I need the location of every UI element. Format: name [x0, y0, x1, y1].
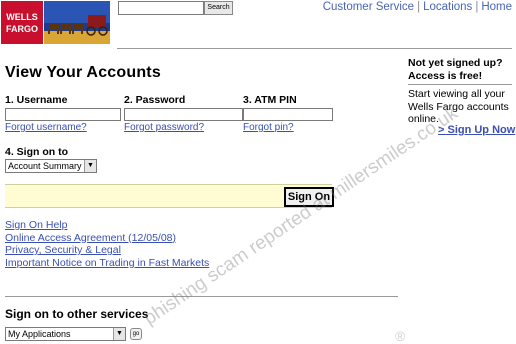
forgot-pin-link[interactable]: Forgot pin?	[243, 122, 294, 133]
top-navigation: Customer Service | Locations | Home	[323, 1, 512, 13]
signup-headline-1: Not yet signed up?	[408, 57, 503, 69]
privacy-security-legal-link[interactable]: Privacy, Security & Legal	[5, 244, 121, 256]
chevron-down-icon: ▼	[113, 328, 125, 340]
nav-customer-service[interactable]: Customer Service	[323, 1, 414, 13]
signup-headline-2: Access is free!	[408, 70, 483, 82]
sign-on-help-link[interactable]: Sign On Help	[5, 219, 67, 231]
forgot-password-link[interactable]: Forgot password?	[124, 122, 204, 133]
atm-pin-label: 3. ATM PIN	[243, 94, 297, 106]
sign-on-to-label: 4. Sign on to	[5, 146, 68, 158]
signup-headline: Not yet signed up? Access is free!	[408, 57, 503, 83]
watermark-registered-mark: ®	[395, 328, 406, 344]
search-button[interactable]: Search	[204, 1, 233, 15]
go-button[interactable]: go	[130, 328, 142, 340]
trading-notice-link[interactable]: Important Notice on Trading in Fast Mark…	[5, 257, 209, 269]
signup-text-1: Start viewing all your	[408, 88, 505, 100]
signup-text-2: Wells Fargo accounts	[408, 100, 509, 113]
password-label: 2. Password	[124, 94, 186, 106]
other-services-select[interactable]: My Applications ▼	[5, 327, 126, 341]
nav-separator: |	[475, 1, 479, 13]
sidebar-divider	[408, 84, 512, 85]
other-services-title: Sign on to other services	[5, 307, 149, 321]
password-field[interactable]	[124, 108, 243, 121]
sign-on-button[interactable]: Sign On	[284, 187, 334, 207]
search-input[interactable]	[118, 1, 204, 15]
atm-pin-field[interactable]	[243, 108, 333, 121]
nav-separator: |	[417, 1, 421, 13]
sign-on-bar	[5, 184, 332, 208]
wells-fargo-logo[interactable]: WELLS FARGO	[1, 1, 43, 44]
sign-up-now-link[interactable]: > Sign Up Now	[438, 124, 515, 136]
sign-on-to-select[interactable]: Account Summary ▼	[5, 159, 97, 173]
nav-home[interactable]: Home	[481, 1, 512, 13]
logo-line-1: WELLS	[6, 12, 38, 22]
logo-line-2: FARGO	[5, 24, 38, 34]
username-field[interactable]	[5, 108, 121, 121]
sign-on-to-selected: Account Summary	[8, 161, 82, 171]
header-divider	[117, 48, 512, 49]
page-title: View Your Accounts	[5, 64, 161, 81]
username-label: 1. Username	[5, 94, 68, 106]
stagecoach-image	[44, 1, 110, 44]
help-links: Sign On Help Online Access Agreement (12…	[5, 219, 209, 269]
other-services-selected: My Applications	[8, 329, 71, 339]
section-divider	[5, 296, 398, 297]
forgot-username-link[interactable]: Forgot username?	[5, 122, 87, 133]
chevron-down-icon: ▼	[84, 160, 96, 172]
stagecoach-icon	[48, 15, 108, 36]
signup-text: Start viewing all your Wells Fargo accou…	[408, 88, 509, 126]
nav-locations[interactable]: Locations	[423, 1, 472, 13]
online-access-agreement-link[interactable]: Online Access Agreement (12/05/08)	[5, 232, 176, 244]
